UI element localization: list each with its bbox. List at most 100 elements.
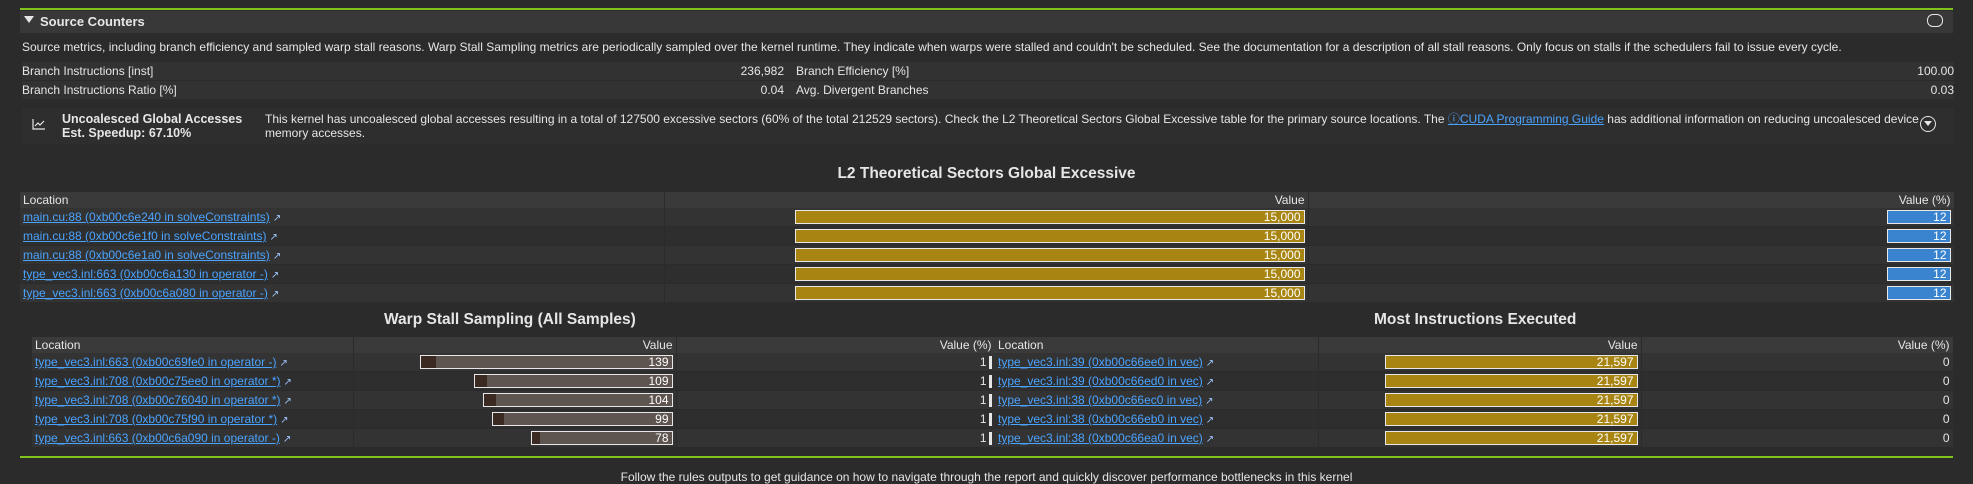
expand-icon[interactable] <box>1920 116 1936 132</box>
pct-bar <box>988 413 992 427</box>
value-bar-fill <box>531 432 541 444</box>
value-bar-container: 139 <box>357 355 673 369</box>
recommendation-panel: Uncoalesced Global Accesses Est. Speedup… <box>22 108 1954 144</box>
col-value-pct[interactable]: Value (%) <box>1308 192 1955 208</box>
collapse-triangle-icon[interactable] <box>24 16 34 23</box>
source-location-link[interactable]: type_vec3.inl:39 (0xb00c66ed0 in vec) <box>998 374 1203 388</box>
pct-bar: 12 <box>1886 229 1951 243</box>
value-bar: 21,597 <box>1384 431 1638 445</box>
metric-row: Branch Instructions Ratio [%] 0.04 Avg. … <box>22 81 1954 100</box>
external-link-icon[interactable]: ↗ <box>1205 396 1213 407</box>
chart-icon <box>32 119 45 130</box>
external-link-icon[interactable]: ↗ <box>279 358 287 369</box>
external-link-icon[interactable]: ↗ <box>284 377 292 388</box>
source-location-link[interactable]: type_vec3.inl:708 (0xb00c75ee0 in operat… <box>35 374 281 388</box>
value-pct-cell: 12 <box>1308 208 1955 227</box>
external-link-icon[interactable]: ↗ <box>1206 434 1214 445</box>
external-link-icon[interactable]: ↗ <box>1206 358 1214 369</box>
value-bar-fill <box>475 375 488 387</box>
col-location[interactable]: Location <box>20 192 665 208</box>
rec-text: This kernel has uncoalesced global acces… <box>265 112 1448 126</box>
col-location[interactable]: Location <box>995 337 1319 353</box>
source-location-link[interactable]: main.cu:88 (0xb00c6e1f0 in solveConstrai… <box>23 229 266 243</box>
pct-bar: 12 <box>1886 267 1951 281</box>
source-location-link[interactable]: type_vec3.inl:38 (0xb00c66ea0 in vec) <box>998 431 1203 445</box>
table-row: type_vec3.inl:38 (0xb00c66ea0 in vec) ↗ 21… <box>995 428 1954 448</box>
value-cell: 78 <box>353 428 677 448</box>
external-link-icon[interactable]: ↗ <box>273 213 281 224</box>
source-location-link[interactable]: type_vec3.inl:708 (0xb00c75f90 in operat… <box>35 412 277 426</box>
value-pct-cell: 1 <box>676 371 996 391</box>
value-text: 15,000 <box>1263 210 1301 224</box>
source-location-link[interactable]: type_vec3.inl:663 (0xb00c69fe0 in operat… <box>35 355 276 369</box>
value-bar: 99 <box>492 412 673 426</box>
pct-text: 0 <box>1942 431 1950 445</box>
table-row: type_vec3.inl:663 (0xb00c6a130 in operat… <box>20 264 1955 284</box>
pct-bar <box>988 394 992 408</box>
location-cell: type_vec3.inl:38 (0xb00c66ea0 in vec) ↗ <box>995 428 1319 448</box>
location-cell: main.cu:88 (0xb00c6e240 in solveConstrai… <box>20 208 665 227</box>
pct-text: 12 <box>1933 248 1947 262</box>
footer-guidance: Follow the rules outputs to get guidance… <box>620 470 1353 484</box>
source-location-link[interactable]: type_vec3.inl:708 (0xb00c76040 in operat… <box>35 393 281 407</box>
source-location-link[interactable]: type_vec3.inl:38 (0xb00c66ec0 in vec) <box>998 393 1202 407</box>
external-link-icon[interactable]: ↗ <box>280 415 288 426</box>
value-cell: 104 <box>353 390 677 410</box>
col-value[interactable]: Value <box>664 192 1309 208</box>
external-link-icon[interactable]: ↗ <box>269 232 277 243</box>
value-bar: 21,597 <box>1384 412 1638 426</box>
external-link-icon[interactable]: ↗ <box>273 251 281 262</box>
pct-text: 12 <box>1933 286 1947 300</box>
comment-icon[interactable] <box>1927 14 1943 27</box>
instr-table-title: Most Instructions Executed <box>1374 311 1577 328</box>
source-location-link[interactable]: type_vec3.inl:38 (0xb00c66eb0 in vec) <box>998 412 1203 426</box>
pct-bar-container: 12 <box>1312 248 1951 262</box>
external-link-icon[interactable]: ↗ <box>284 396 292 407</box>
table-row: main.cu:88 (0xb00c6e1a0 in solveConstrai… <box>20 245 1955 265</box>
source-location-link[interactable]: type_vec3.inl:663 (0xb00c6a080 in operat… <box>23 286 268 300</box>
source-location-link[interactable]: main.cu:88 (0xb00c6e1a0 in solveConstrai… <box>23 248 270 262</box>
section-header[interactable]: Source Counters <box>20 11 1953 33</box>
value-pct-cell: 12 <box>1308 245 1955 265</box>
value-bar-container: 109 <box>357 374 673 388</box>
value-bar-container: 21,597 <box>1322 393 1638 407</box>
external-link-icon[interactable]: ↗ <box>271 289 279 300</box>
info-icon[interactable]: ⓘ <box>1448 112 1460 126</box>
value-bar-container: 99 <box>357 412 673 426</box>
cuda-guide-link[interactable]: CUDA Programming Guide <box>1460 112 1604 126</box>
external-link-icon[interactable]: ↗ <box>283 434 291 445</box>
source-location-link[interactable]: type_vec3.inl:39 (0xb00c66ee0 in vec) <box>998 355 1203 369</box>
value-pct-cell: 1 <box>676 353 996 372</box>
pct-text: 0 <box>1942 412 1950 426</box>
external-link-icon[interactable]: ↗ <box>1206 377 1214 388</box>
value-bar-container: 21,597 <box>1322 431 1638 445</box>
source-location-link[interactable]: main.cu:88 (0xb00c6e240 in solveConstrai… <box>23 210 270 224</box>
metric-row: Branch Instructions [inst] 236,982 Branc… <box>22 62 1954 81</box>
col-value-pct[interactable]: Value (%) <box>1641 337 1954 353</box>
pct-bar-container: 12 <box>1312 210 1951 224</box>
value-bar: 21,597 <box>1384 374 1638 388</box>
value-cell: 21,597 <box>1318 390 1642 410</box>
table-row: type_vec3.inl:708 (0xb00c75f90 in operat… <box>32 409 996 429</box>
external-link-icon[interactable]: ↗ <box>271 270 279 281</box>
source-location-link[interactable]: type_vec3.inl:663 (0xb00c6a130 in operat… <box>23 267 268 281</box>
warp-table-title: Warp Stall Sampling (All Samples) <box>384 311 636 328</box>
source-location-link[interactable]: type_vec3.inl:663 (0xb00c6a090 in operat… <box>35 431 280 445</box>
pct-text: 0 <box>1942 393 1950 407</box>
value-bar: 15,000 <box>794 286 1305 300</box>
col-value[interactable]: Value <box>353 337 677 353</box>
bottom-accent-line <box>20 456 1953 458</box>
external-link-icon[interactable]: ↗ <box>1206 415 1214 426</box>
location-cell: main.cu:88 (0xb00c6e1a0 in solveConstrai… <box>20 245 665 265</box>
col-value[interactable]: Value <box>1318 337 1642 353</box>
col-location[interactable]: Location <box>32 337 354 353</box>
pct-bar-container: 12 <box>1312 267 1951 281</box>
table-row: type_vec3.inl:38 (0xb00c66eb0 in vec) ↗ 21… <box>995 409 1954 429</box>
l2-excessive-table: Location Value Value (%) main.cu:88 (0xb… <box>20 192 1955 303</box>
table-row: main.cu:88 (0xb00c6e240 in solveConstrai… <box>20 208 1955 227</box>
value-bar: 104 <box>483 393 673 407</box>
value-bar: 15,000 <box>794 229 1305 243</box>
col-value-pct[interactable]: Value (%) <box>676 337 996 353</box>
pct-text: 0 <box>1942 355 1950 369</box>
value-pct-cell: 12 <box>1308 283 1955 303</box>
